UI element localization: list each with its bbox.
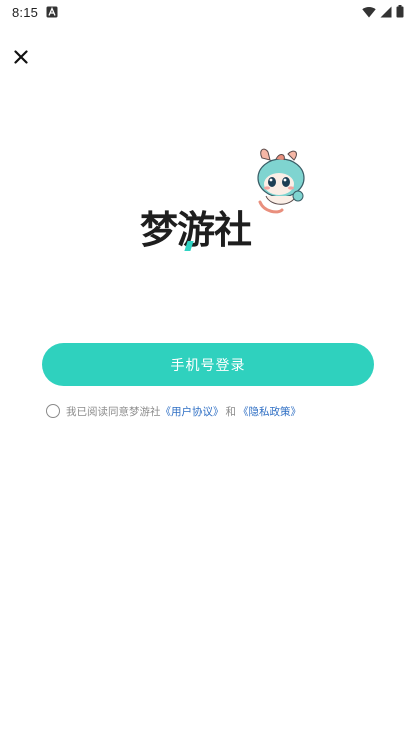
status-bar: 8:15 <box>0 0 416 24</box>
status-time: 8:15 <box>12 4 39 20</box>
user-agreement-link[interactable]: 《用户协议》 <box>161 404 224 419</box>
app-logo: 梦游社 <box>0 140 416 260</box>
phone-login-button[interactable]: 手机号登录 <box>42 343 374 386</box>
agreement-and: 和 <box>225 405 237 418</box>
a-letter-icon <box>46 6 58 18</box>
close-icon <box>14 50 28 64</box>
agreement-row: 我已阅读同意梦游社 《用户协议》 和 《隐私政策》 <box>46 402 301 420</box>
logo-text: 梦游社 <box>140 208 252 252</box>
login-screen: 8:15 梦游社 手机号登录 我已阅读同意梦游社 《用户协议》 和 《隐私政策》 <box>0 0 416 739</box>
battery-icon <box>396 5 404 18</box>
agreement-checkbox[interactable] <box>46 404 60 418</box>
privacy-policy-link[interactable]: 《隐私政策》 <box>238 404 301 419</box>
wifi-icon <box>362 6 376 17</box>
status-icons <box>362 5 404 18</box>
agreement-prefix: 我已阅读同意梦游社 <box>66 405 161 418</box>
close-button[interactable] <box>10 46 32 68</box>
signal-icon <box>380 6 392 17</box>
